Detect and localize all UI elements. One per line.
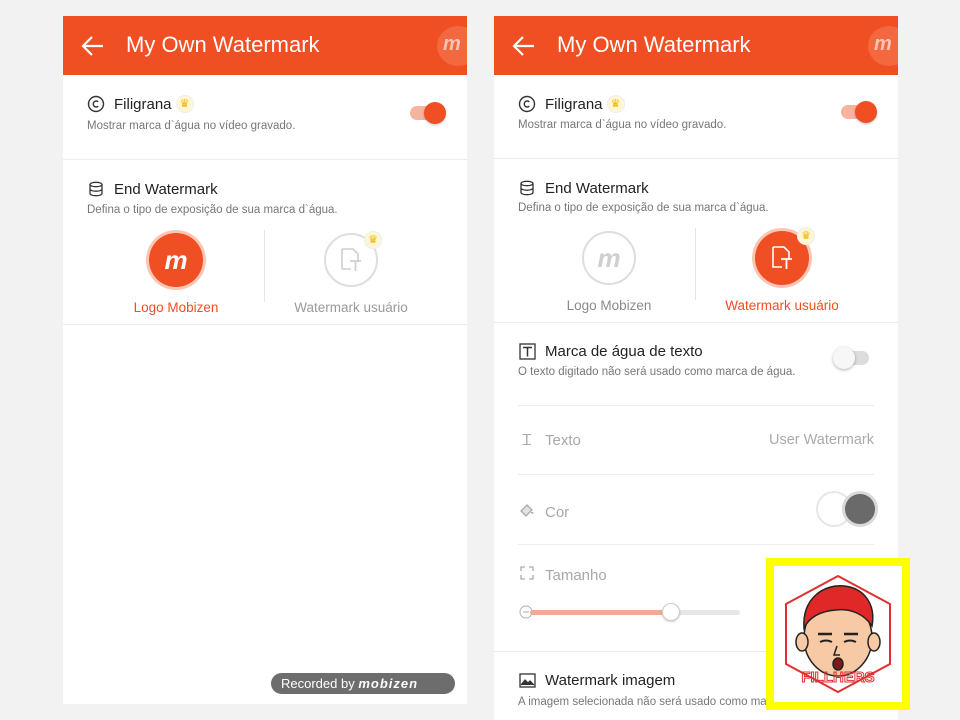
end-watermark-subtitle: Defina o tipo de exposição de sua marca … (87, 204, 338, 216)
end-watermark-subtitle: Defina o tipo de exposição de sua marca … (518, 202, 769, 214)
recorded-by-badge: Recorded by mobizen (270, 672, 456, 695)
filigrana-toggle[interactable] (841, 101, 877, 123)
image-icon (518, 671, 536, 689)
size-slider-fill (530, 610, 671, 615)
text-watermark-title: Marca de água de texto (518, 342, 703, 360)
filigrana-title: Filigrana ♛ (518, 95, 625, 113)
user-watermark-overlay: FILLHERS (766, 558, 910, 710)
app-bar: My Own Watermark m (494, 16, 898, 75)
text-watermark-toggle[interactable] (833, 347, 869, 369)
page-title: My Own Watermark (126, 32, 320, 57)
filigrana-title: Filigrana ♛ (87, 95, 194, 113)
premium-crown-icon: ♛ (364, 231, 382, 249)
end-watermark-title: End Watermark (87, 180, 218, 198)
resize-icon (518, 566, 536, 584)
filigrana-subtitle: Mostrar marca d`água no vídeo gravado. (518, 119, 727, 131)
left-screen: My Own Watermark m Filigrana ♛ Mostrar m… (63, 16, 467, 704)
database-icon (518, 179, 536, 197)
option-watermark-usuario[interactable]: ♛ Watermark usuário (697, 227, 867, 313)
text-box-icon (518, 342, 536, 360)
premium-crown-icon: ♛ (606, 95, 625, 113)
end-watermark-section: End Watermark Defina o tipo de exposição… (63, 160, 467, 325)
end-watermark-section: End Watermark Defina o tipo de exposição… (494, 159, 898, 323)
page-title: My Own Watermark (557, 32, 751, 57)
filigrana-section: Filigrana ♛ Mostrar marca d`água no víde… (494, 75, 898, 159)
back-arrow-icon[interactable] (512, 34, 536, 58)
mobizen-logo-icon: m (582, 231, 636, 285)
color-dark-swatch[interactable] (842, 491, 878, 527)
mobizen-logo-icon: m (149, 233, 203, 287)
paint-bucket-icon (518, 502, 536, 522)
mobizen-logo-icon: m (437, 26, 467, 66)
mobizen-brand-text: mobizen (358, 676, 419, 691)
option-watermark-usuario[interactable]: ♛ Watermark usuário (266, 231, 436, 315)
texto-row[interactable]: Ꮖ Texto User Watermark (518, 405, 874, 475)
database-icon (87, 180, 105, 198)
app-bar: My Own Watermark m (63, 16, 467, 75)
text-document-icon: ♛ (324, 231, 382, 287)
divider (695, 228, 696, 300)
cartoon-face-icon: FILLHERS (785, 574, 891, 694)
size-slider-thumb[interactable] (661, 603, 680, 621)
image-watermark-title: Watermark imagem (518, 671, 675, 689)
filigrana-section: Filigrana ♛ Mostrar marca d`água no víde… (63, 75, 467, 160)
texto-value: User Watermark (769, 432, 874, 448)
copyright-icon (87, 95, 105, 113)
text-watermark-subtitle: O texto digitado não será usado como mar… (518, 366, 796, 378)
divider (264, 230, 265, 302)
copyright-icon (518, 95, 536, 113)
filigrana-subtitle: Mostrar marca d`água no vídeo gravado. (87, 120, 296, 132)
svg-text:FILLHERS: FILLHERS (801, 669, 874, 686)
premium-crown-icon: ♛ (175, 95, 194, 113)
size-slider[interactable] (530, 603, 740, 621)
premium-crown-icon: ♛ (797, 227, 815, 245)
mobizen-logo-icon: m (868, 26, 898, 66)
end-watermark-title: End Watermark (518, 179, 649, 197)
text-cursor-icon: Ꮖ (522, 432, 532, 449)
filigrana-toggle[interactable] (410, 102, 446, 124)
option-logo-mobizen[interactable]: m Logo Mobizen (91, 233, 261, 315)
back-arrow-icon[interactable] (81, 34, 105, 58)
option-logo-mobizen[interactable]: m Logo Mobizen (524, 231, 694, 313)
cor-row[interactable]: Cor (518, 474, 878, 544)
text-document-icon: ♛ (755, 227, 815, 285)
